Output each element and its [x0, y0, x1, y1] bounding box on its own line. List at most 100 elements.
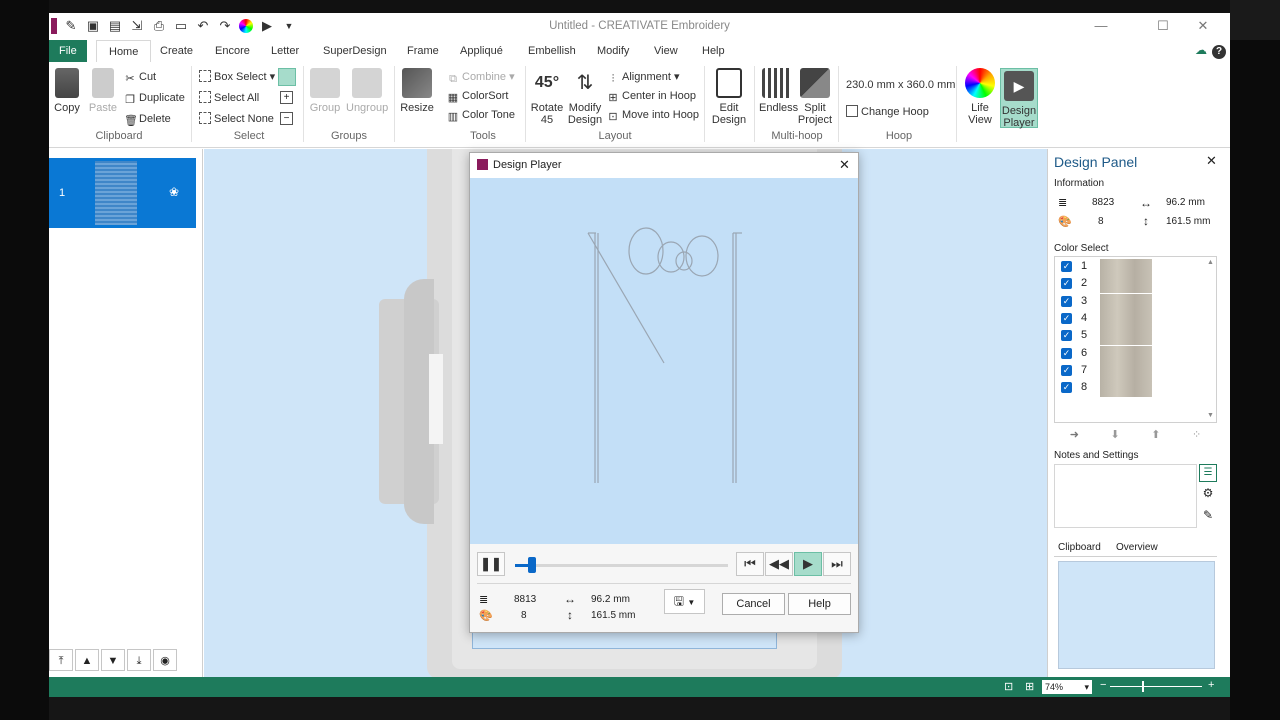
checkbox-checked-icon[interactable]: ✓	[1061, 330, 1072, 342]
move-up-icon[interactable]: ▲	[75, 649, 99, 671]
select-mode-icon[interactable]	[278, 68, 296, 86]
scroll-up-icon[interactable]: ▲	[1207, 259, 1214, 266]
scroll-down-icon[interactable]: ▼	[1207, 412, 1214, 419]
move-color-down-icon[interactable]: ⬇	[1111, 428, 1120, 445]
tab-embellish[interactable]: Embellish	[528, 40, 576, 62]
life-view-button[interactable]: Life View	[961, 68, 999, 126]
checkbox-checked-icon[interactable]: ✓	[1061, 364, 1072, 376]
edit-design-button[interactable]: Edit Design	[709, 68, 749, 126]
maximize-button[interactable]: ☐	[1151, 17, 1175, 35]
color-number: 6	[1081, 346, 1088, 359]
rewind-button[interactable]: ◀◀	[765, 552, 793, 576]
merge-colors-icon[interactable]: ⁘	[1192, 428, 1201, 445]
add-select-icon[interactable]: +	[280, 91, 293, 104]
center-in-hoop-button[interactable]: ⊞ Center in Hoop	[607, 87, 696, 105]
zoom-slider[interactable]	[1110, 686, 1202, 687]
play-button[interactable]: ▶	[794, 552, 822, 576]
edit-pencil-icon[interactable]: ✎	[1199, 508, 1217, 526]
help-button[interactable]: Help	[788, 593, 851, 615]
skip-to-end-button[interactable]: ⏭	[823, 552, 851, 576]
delete-button[interactable]: 🗑Delete	[124, 110, 171, 128]
tab-help[interactable]: Help	[702, 40, 725, 62]
zoom-select-icon[interactable]: ⊞	[1025, 680, 1034, 693]
cut-button[interactable]: ✂ Cut	[124, 68, 156, 86]
design-list-item[interactable]: 1 ❀	[49, 158, 196, 228]
player-info: ≣ 8813 ↔ 96.2 mm 🎨 8 ↕ 161.5 mm 🖫 ▼ Canc…	[470, 584, 858, 632]
tab-create[interactable]: Create	[160, 40, 193, 62]
tab-overview[interactable]: Overview	[1116, 542, 1158, 553]
change-hoop-button[interactable]: Change Hoop	[846, 103, 929, 121]
endless-button[interactable]: Endless	[759, 68, 798, 114]
minimize-button[interactable]: —	[1089, 17, 1113, 35]
checkbox-checked-icon[interactable]: ✓	[1061, 295, 1072, 307]
combine-icon: ⧉	[449, 73, 457, 85]
zoom-out-icon[interactable]: −	[1100, 679, 1106, 691]
combine-button[interactable]: ⧉ Combine ▾	[447, 68, 515, 86]
paste-button[interactable]: Paste	[87, 68, 119, 114]
settings-gear-icon[interactable]: ⚙	[1199, 486, 1217, 504]
resize-button[interactable]: Resize	[399, 68, 435, 114]
save-dropdown-button[interactable]: 🖫 ▼	[664, 589, 705, 614]
tab-view[interactable]: View	[654, 40, 678, 62]
player-height: 161.5 mm	[591, 610, 636, 621]
playback-slider-thumb[interactable]	[528, 557, 537, 573]
close-window-button[interactable]: ✕	[1191, 17, 1215, 35]
tab-home[interactable]: Home	[96, 40, 152, 62]
notes-textarea[interactable]	[1054, 464, 1197, 528]
zoom-select[interactable]: 74% ▾	[1042, 680, 1092, 694]
pause-button[interactable]: ❚❚	[477, 552, 505, 576]
split-project-button[interactable]: Split Project	[797, 68, 833, 126]
tab-superdesign[interactable]: SuperDesign	[323, 40, 387, 62]
duplicate-button[interactable]: ❐ Duplicate	[124, 89, 185, 107]
design-player-button[interactable]: ▶ Design Player	[1000, 68, 1038, 129]
thread-color-swatch	[1100, 362, 1152, 380]
zoom-fit-icon[interactable]: ⊡	[1004, 680, 1013, 693]
zoom-in-icon[interactable]: +	[1208, 679, 1214, 691]
tab-frame[interactable]: Frame	[407, 40, 439, 62]
colorsort-button[interactable]: ▦ ColorSort	[447, 87, 509, 105]
checkbox-checked-icon[interactable]: ✓	[1061, 261, 1072, 272]
skip-to-start-button[interactable]: ⏮	[736, 552, 764, 576]
copy-button[interactable]: Copy	[51, 68, 83, 114]
scissors-icon: ✂	[125, 73, 135, 85]
group-button[interactable]: Group	[307, 68, 343, 114]
rotate-45-button[interactable]: 45° Rotate 45	[529, 68, 565, 126]
tab-encore[interactable]: Encore	[215, 40, 250, 62]
move-to-bottom-icon[interactable]: ⤓	[127, 649, 151, 671]
checkbox-checked-icon[interactable]: ✓	[1061, 312, 1072, 324]
move-color-up-icon[interactable]: ⬆	[1151, 428, 1160, 445]
tab-modify[interactable]: Modify	[597, 40, 629, 62]
thread-color-swatch	[1100, 276, 1152, 294]
ungroup-button[interactable]: Ungroup	[346, 68, 388, 114]
notes-icon[interactable]: ☰	[1199, 464, 1217, 482]
design-panel-close-icon[interactable]: ✕	[1206, 153, 1217, 169]
tab-applique[interactable]: Appliqué	[460, 40, 503, 62]
box-select-button[interactable]: Box Select ▾	[199, 68, 275, 86]
move-into-hoop-button[interactable]: ⊡ Move into Hoop	[607, 106, 699, 124]
checkbox-checked-icon[interactable]: ✓	[1061, 382, 1072, 394]
tab-clipboard[interactable]: Clipboard	[1058, 542, 1101, 553]
select-all-button[interactable]: Select All	[199, 89, 259, 107]
move-down-icon[interactable]: ▼	[101, 649, 125, 671]
modify-design-button[interactable]: ⇅ Modify Design	[567, 68, 603, 126]
help-icon[interactable]: ?	[1212, 45, 1226, 59]
dialog-close-icon[interactable]: ✕	[839, 157, 850, 173]
tab-file[interactable]: File	[49, 40, 87, 62]
visibility-icon[interactable]: ◉	[153, 649, 177, 671]
height-icon: ↕	[1143, 214, 1149, 228]
remove-select-icon[interactable]: −	[280, 112, 293, 125]
playback-slider[interactable]	[515, 564, 728, 567]
zoom-slider-thumb[interactable]	[1142, 681, 1144, 692]
applique-icon: ❀	[169, 185, 180, 199]
cancel-button[interactable]: Cancel	[722, 593, 785, 615]
move-to-top-icon[interactable]: ⤒	[49, 649, 73, 671]
colortone-button[interactable]: ▥ Color Tone	[447, 106, 515, 124]
apply-color-icon[interactable]: ➜	[1070, 428, 1079, 445]
select-none-button[interactable]: Select None	[199, 110, 274, 128]
stitch-preview	[587, 227, 742, 483]
checkbox-checked-icon[interactable]: ✓	[1061, 347, 1072, 359]
community-icon[interactable]: ☁	[1195, 43, 1209, 57]
tab-letter[interactable]: Letter	[271, 40, 299, 62]
alignment-button[interactable]: ⫶ Alignment ▾	[607, 68, 680, 86]
checkbox-checked-icon[interactable]: ✓	[1061, 278, 1072, 290]
